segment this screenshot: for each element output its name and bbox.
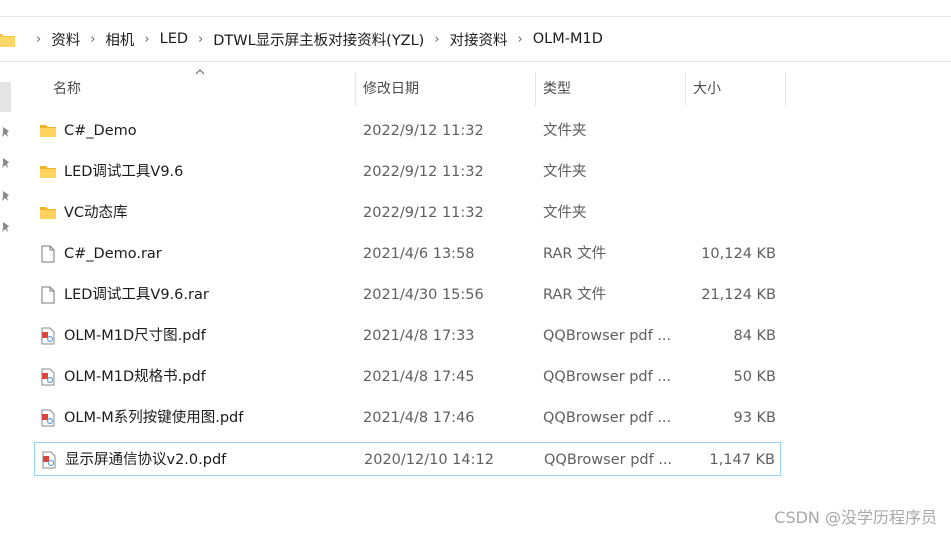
breadcrumb-item[interactable]: 相机	[105, 29, 134, 50]
breadcrumb-separator: ›	[90, 31, 96, 47]
file-row[interactable]: OLM-M系列按键使用图.pdf 2021/4/8 17:46 QQBrowser …	[34, 401, 781, 435]
navigation-pane	[0, 62, 14, 535]
file-type: QQBrowser pdf ...	[543, 369, 672, 385]
folder-icon	[39, 204, 57, 222]
file-date: 2020/12/10 14:12	[364, 452, 494, 468]
file-date: 2021/4/8 17:45	[363, 369, 475, 385]
sort-ascending-icon	[195, 69, 205, 75]
pdf-icon	[39, 409, 57, 427]
breadcrumb-separator: ›	[36, 31, 42, 47]
breadcrumb-item[interactable]: 对接资料	[450, 29, 508, 50]
file-type: RAR 文件	[543, 246, 607, 262]
navigation-selected-item[interactable]	[0, 82, 11, 112]
file-name[interactable]: LED调试工具V9.6	[64, 155, 183, 189]
folder-icon	[39, 122, 57, 140]
breadcrumb-item[interactable]: DTWL显示屏主板对接资料(YZL)	[213, 29, 424, 50]
file-date: 2021/4/6 13:58	[363, 246, 475, 262]
address-bar[interactable]: › 资料 › 相机 › LED › DTWL显示屏主板对接资料(YZL) › 对…	[0, 16, 951, 62]
file-date: 2021/4/30 15:56	[363, 287, 484, 303]
file-name[interactable]: OLM-M1D规格书.pdf	[64, 360, 206, 394]
file-row[interactable]: C#_Demo 2022/9/12 11:32 文件夹	[34, 114, 781, 148]
breadcrumb-item[interactable]: 资料	[51, 29, 80, 50]
column-divider[interactable]	[785, 72, 786, 106]
file-date: 2022/9/12 11:32	[363, 205, 484, 221]
column-divider[interactable]	[535, 72, 536, 106]
file-size: 84 KB	[733, 328, 776, 344]
file-type: 文件夹	[543, 205, 587, 221]
pin-icon[interactable]	[1, 126, 11, 138]
file-name[interactable]: C#_Demo.rar	[64, 237, 162, 271]
folder-icon	[0, 34, 15, 47]
file-type: RAR 文件	[543, 287, 607, 303]
breadcrumb-separator: ›	[144, 31, 150, 47]
breadcrumb-separator: ›	[434, 31, 440, 47]
file-size: 93 KB	[733, 410, 776, 426]
column-header-row: 名称 修改日期 类型 大小	[36, 69, 786, 108]
file-type: QQBrowser pdf ...	[543, 328, 672, 344]
pdf-icon	[39, 327, 57, 345]
file-icon	[39, 286, 57, 304]
pdf-icon	[39, 368, 57, 386]
column-header-name[interactable]: 名称	[53, 70, 81, 108]
window-top-strip	[0, 0, 951, 16]
file-name[interactable]: OLM-M系列按键使用图.pdf	[64, 401, 243, 435]
pin-icon[interactable]	[1, 221, 11, 233]
pin-icon[interactable]	[1, 157, 11, 169]
watermark: CSDN @没学历程序员	[774, 508, 937, 527]
folder-icon	[39, 163, 57, 181]
file-date: 2022/9/12 11:32	[363, 164, 484, 180]
breadcrumb: › 资料 › 相机 › LED › DTWL显示屏主板对接资料(YZL) › 对…	[26, 17, 603, 61]
file-type: 文件夹	[543, 164, 587, 180]
file-size: 50 KB	[733, 369, 776, 385]
file-name[interactable]: LED调试工具V9.6.rar	[64, 278, 209, 312]
file-size: 1,147 KB	[709, 452, 775, 468]
file-row[interactable]: VC动态库 2022/9/12 11:32 文件夹	[34, 196, 781, 230]
file-type: 文件夹	[543, 123, 587, 139]
file-icon	[39, 245, 57, 263]
file-date: 2021/4/8 17:46	[363, 410, 475, 426]
breadcrumb-separator: ›	[517, 31, 523, 47]
file-row[interactable]: LED调试工具V9.6 2022/9/12 11:32 文件夹	[34, 155, 781, 189]
file-size: 21,124 KB	[701, 287, 776, 303]
breadcrumb-item-current[interactable]: OLM-M1D	[533, 31, 603, 47]
file-name[interactable]: C#_Demo	[64, 114, 137, 148]
column-header-size[interactable]: 大小	[693, 70, 721, 108]
file-type: QQBrowser pdf ...	[544, 452, 673, 468]
file-row[interactable]: OLM-M1D规格书.pdf 2021/4/8 17:45 QQBrowser pd…	[34, 360, 781, 394]
file-name[interactable]: VC动态库	[64, 196, 128, 230]
breadcrumb-item[interactable]: LED	[160, 31, 188, 47]
pdf-icon	[40, 451, 58, 469]
file-row[interactable]: OLM-M1D尺寸图.pdf 2021/4/8 17:33 QQBrowser pd…	[34, 319, 781, 353]
file-name[interactable]: OLM-M1D尺寸图.pdf	[64, 319, 206, 353]
file-size: 10,124 KB	[701, 246, 776, 262]
file-name[interactable]: 显示屏通信协议v2.0.pdf	[65, 443, 226, 477]
file-type: QQBrowser pdf ...	[543, 410, 672, 426]
column-header-type[interactable]: 类型	[543, 70, 571, 108]
file-row[interactable]: 显示屏通信协议v2.0.pdf 2020/12/10 14:12 QQBrowser…	[34, 442, 781, 476]
file-row[interactable]: LED调试工具V9.6.rar 2021/4/30 15:56 RAR 文件 21,1…	[34, 278, 781, 312]
file-row[interactable]: C#_Demo.rar 2021/4/6 13:58 RAR 文件 10,124 KB	[34, 237, 781, 271]
file-date: 2022/9/12 11:32	[363, 123, 484, 139]
file-date: 2021/4/8 17:33	[363, 328, 475, 344]
column-divider[interactable]	[355, 72, 356, 106]
breadcrumb-separator: ›	[198, 31, 204, 47]
column-header-date[interactable]: 修改日期	[363, 70, 419, 108]
column-divider[interactable]	[685, 72, 686, 106]
pin-icon[interactable]	[1, 190, 11, 202]
